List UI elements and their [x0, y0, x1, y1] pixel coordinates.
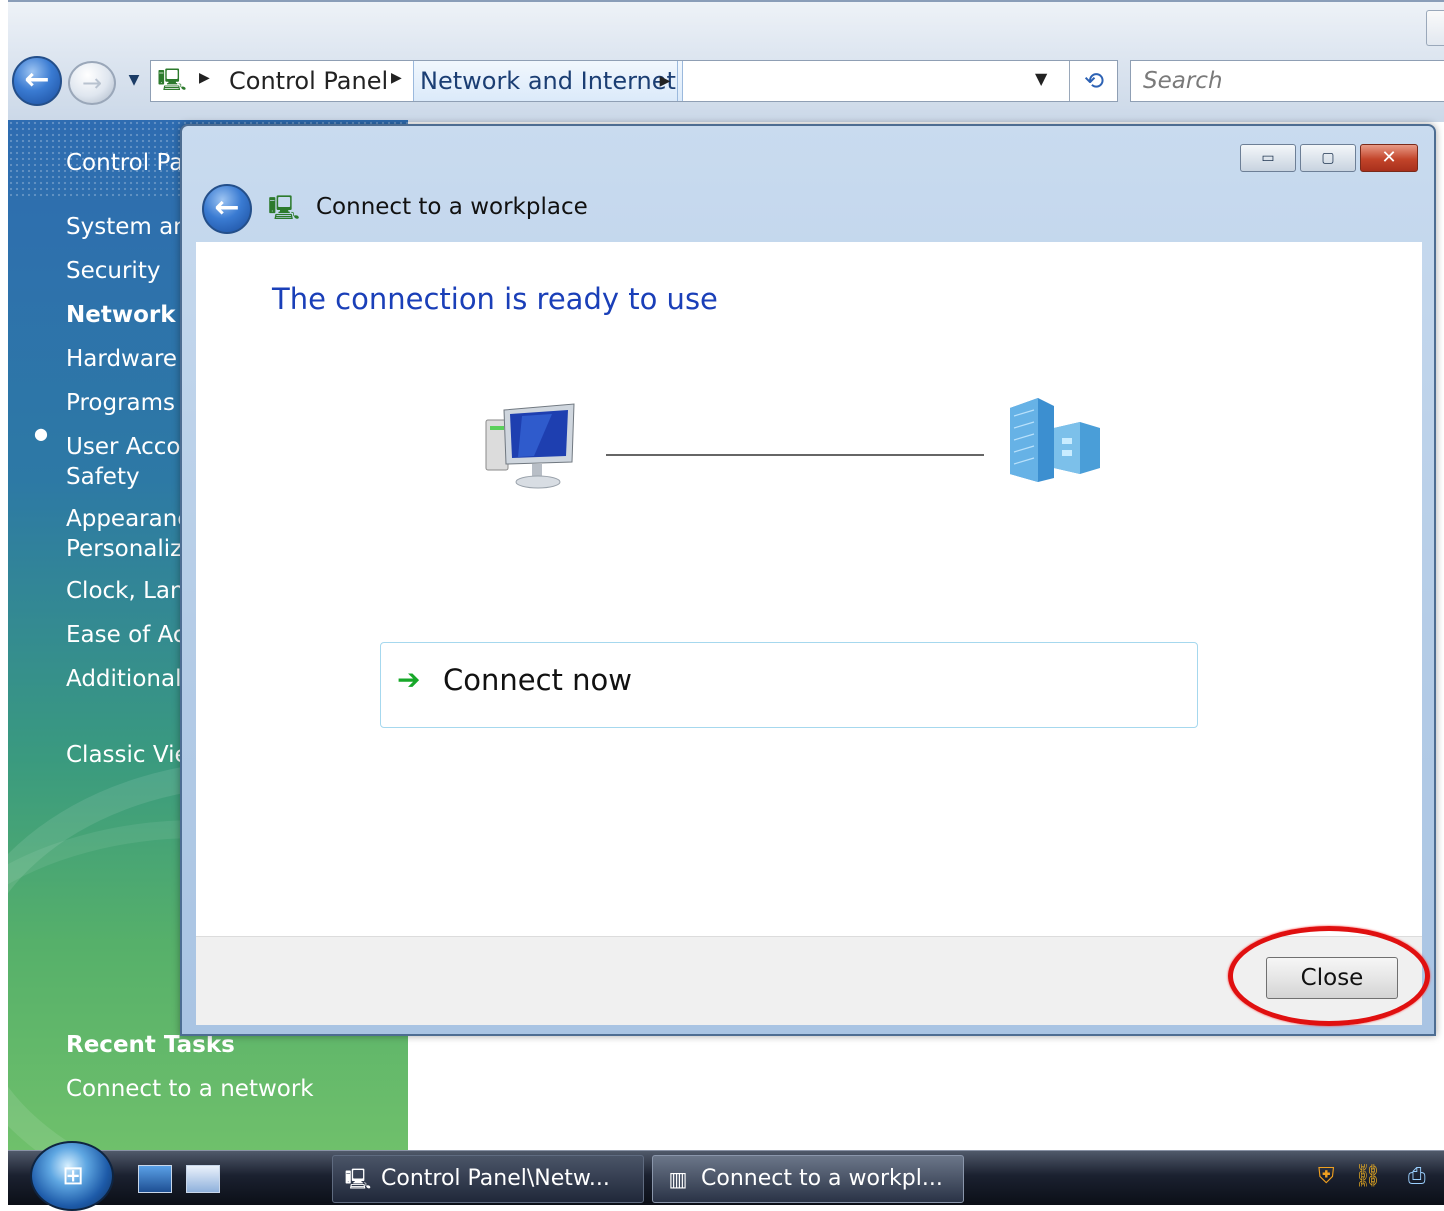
building-icon: ▥	[668, 1167, 688, 1191]
taskbar-button-connect-to-workplace[interactable]: ▥ Connect to a workpl...	[652, 1155, 964, 1203]
window-controls: ▭ ▢ ✕	[1240, 144, 1420, 174]
current-item-bullet-icon: ●	[34, 424, 48, 443]
breadcrumb-network-and-internet[interactable]: Network and Internet	[413, 61, 683, 101]
task-pane-link-user-accounts-line2[interactable]: Safety	[66, 462, 140, 492]
network-tray-icon[interactable]: ⛓	[1354, 1161, 1390, 1193]
task-pane-link-appearance-line2[interactable]: Personaliza	[66, 534, 196, 564]
connect-now-label: Connect now	[443, 663, 632, 697]
annotation-circle	[1228, 926, 1430, 1026]
connect-to-workplace-dialog: ▭ ▢ ✕ ← 🖳 Connect to a workplace The con…	[180, 124, 1436, 1036]
taskbar-button-label: Control Panel\Netw...	[381, 1166, 610, 1191]
forward-button[interactable]: →	[68, 61, 116, 105]
taskbar: ⊞ 🖳 Control Panel\Netw... ▥ Connect to a w…	[8, 1141, 1444, 1211]
control-panel-icon: 🖳	[344, 1167, 372, 1191]
dialog-title: Connect to a workplace	[316, 194, 588, 220]
address-dropdown-icon[interactable]: ▼	[1035, 69, 1047, 88]
breadcrumb-arrow-icon[interactable]: ▶	[653, 61, 678, 101]
control-panel-icon: 🖳	[157, 68, 187, 93]
task-pane-link-appearance[interactable]: Appearanc	[66, 504, 190, 534]
task-pane-link-hardware[interactable]: Hardware a	[66, 344, 198, 374]
breadcrumb-control-panel[interactable]: Control Panel	[229, 67, 388, 95]
windows-logo-icon: ⊞	[62, 1161, 84, 1191]
task-pane-link-control-panel-home[interactable]: Control Pa	[66, 148, 183, 178]
computer-icon	[485, 403, 575, 489]
network-wizard-icon: 🖳	[268, 194, 301, 222]
task-pane-link-security[interactable]: Security	[66, 256, 160, 286]
task-pane-link-user-accounts[interactable]: User Accou	[66, 432, 195, 462]
wizard-back-button[interactable]: ←	[202, 184, 252, 234]
security-shield-icon[interactable]: ⛨	[1318, 1161, 1346, 1193]
green-arrow-icon: ➔	[397, 663, 421, 696]
connection-line	[606, 454, 984, 456]
start-button[interactable]: ⊞	[30, 1141, 114, 1211]
breadcrumb-arrow-icon[interactable]: ▶	[199, 70, 210, 86]
show-desktop-icon[interactable]	[138, 1165, 172, 1193]
task-pane-link-additional-options[interactable]: Additional	[66, 664, 181, 694]
task-pane-link-classic-view[interactable]: Classic Vie	[66, 740, 189, 770]
address-bar[interactable]: 🖳 ▶ Control Panel ▶ Network and Internet…	[150, 60, 1118, 102]
window-control-button[interactable]	[1426, 10, 1444, 46]
back-button[interactable]: ←	[12, 56, 62, 106]
connection-tray-icon[interactable]: ⎙	[1408, 1161, 1444, 1193]
taskbar-button-control-panel[interactable]: 🖳 Control Panel\Netw...	[332, 1155, 644, 1203]
breadcrumb-arrow-icon[interactable]: ▶	[391, 70, 402, 86]
close-window-button[interactable]: ✕	[1360, 144, 1418, 172]
minimize-button[interactable]: ▭	[1240, 144, 1296, 172]
connect-now-command-link[interactable]: ➔ Connect now	[380, 642, 1198, 728]
recent-pages-dropdown-icon[interactable]: ▼	[124, 70, 144, 90]
dialog-content: The connection is ready to use ➔ Connect…	[196, 242, 1422, 936]
page-heading: The connection is ready to use	[272, 282, 718, 316]
refresh-icon[interactable]: ⟲	[1069, 61, 1118, 101]
search-input[interactable]: Search	[1130, 60, 1444, 102]
taskbar-button-label: Connect to a workpl...	[701, 1166, 943, 1191]
maximize-button[interactable]: ▢	[1300, 144, 1356, 172]
task-pane-link-ease-of-access[interactable]: Ease of Acc	[66, 620, 198, 650]
workplace-building-icon	[1010, 398, 1100, 482]
recent-task-link[interactable]: Connect to a network	[66, 1076, 314, 1102]
switch-windows-icon[interactable]	[186, 1165, 220, 1193]
task-pane-link-programs[interactable]: Programs	[66, 388, 175, 418]
